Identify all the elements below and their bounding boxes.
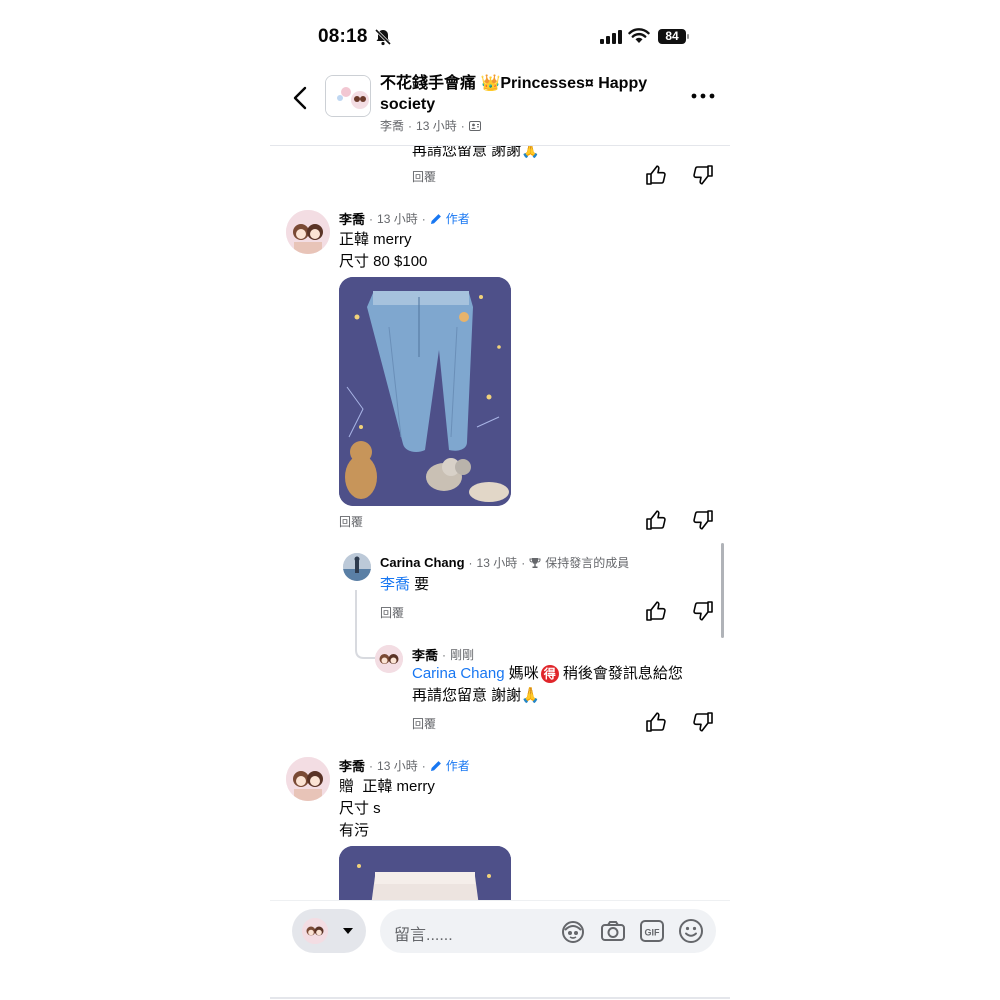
comment-text: 再請您留意 謝謝🙏 — [412, 142, 540, 159]
battery-nub — [687, 34, 689, 39]
avatar[interactable] — [302, 918, 328, 944]
separator: · — [468, 555, 473, 570]
reply-header: 李喬 · 剛剛 — [412, 645, 474, 664]
avatar[interactable] — [286, 210, 330, 254]
bell-slash-icon — [374, 28, 392, 46]
caret-down-icon[interactable] — [342, 927, 354, 935]
emoji-de: 得 — [540, 665, 559, 683]
reply-header: Carina Chang · 13 小時 · 保持發言的成員 — [380, 554, 629, 571]
member-badge: 保持發言的成員 — [545, 556, 630, 570]
gif-icon[interactable]: GIF — [639, 918, 665, 944]
comment-time[interactable]: 13 小時 — [477, 554, 518, 571]
reply-button[interactable]: 回覆 — [412, 715, 436, 732]
dislike-icon[interactable] — [692, 164, 714, 186]
group-icon — [468, 120, 481, 131]
post-meta: 李喬 · 13 小時 · — [380, 117, 481, 134]
bottom-divider — [270, 997, 730, 999]
comment-time[interactable]: 13 小時 — [377, 210, 418, 227]
pencil-icon — [430, 760, 441, 771]
post-author[interactable]: 李喬 — [380, 117, 404, 134]
comment-placeholder[interactable]: 留言...... — [394, 921, 453, 945]
separator: · — [369, 211, 374, 226]
like-icon[interactable] — [645, 600, 667, 622]
group-avatar[interactable] — [325, 75, 371, 117]
comment-header: 李喬 · 13 小時 · 作者 — [339, 209, 470, 228]
scrollbar[interactable] — [721, 543, 724, 638]
svg-text:GIF: GIF — [645, 928, 661, 938]
comment-time[interactable]: 剛剛 — [450, 646, 474, 663]
like-icon[interactable] — [645, 164, 667, 186]
group-title[interactable]: 不花錢手會痛 👑Princesses¤ Happy society — [380, 73, 670, 115]
separator: · — [421, 758, 426, 773]
battery-indicator: 84 — [658, 29, 686, 44]
reply-text-line2: 再請您留意 謝謝🙏 — [412, 687, 540, 704]
reply-button[interactable]: 回覆 — [380, 604, 404, 621]
comment-text: 尺寸 s — [339, 800, 381, 817]
separator: · — [442, 647, 447, 662]
reply-body: 要 — [410, 576, 430, 593]
signal-icon — [600, 30, 622, 44]
commenter-name[interactable]: 李喬 — [339, 209, 365, 228]
separator: · — [369, 758, 374, 773]
reply-body: 稍後會發訊息給您 — [558, 665, 683, 682]
separator: · — [421, 211, 426, 226]
phone-screen: 08:18 84 不花錢手會痛 👑Princesses¤ Happy socie… — [270, 0, 730, 1000]
comment-header: 李喬 · 13 小時 · 作者 — [339, 756, 470, 775]
wifi-icon — [628, 28, 650, 43]
reply-button[interactable]: 回覆 — [339, 513, 363, 530]
reply-text: Carina Chang 媽咪得 稍後會發訊息給您 — [412, 663, 683, 685]
comment-text: 有污 — [339, 822, 370, 839]
author-badge: 作者 — [445, 212, 470, 226]
status-time: 08:18 — [318, 26, 368, 47]
separator: · — [408, 118, 413, 133]
commenter-name[interactable]: Carina Chang — [380, 555, 465, 570]
dislike-icon[interactable] — [692, 711, 714, 733]
avatar[interactable] — [375, 645, 403, 673]
mention-link[interactable]: Carina Chang — [412, 665, 505, 682]
mention-link[interactable]: 李喬 — [380, 576, 410, 593]
more-icon[interactable] — [690, 86, 716, 106]
commenter-name[interactable]: 李喬 — [412, 645, 438, 664]
camera-icon[interactable] — [600, 918, 626, 944]
like-icon[interactable] — [645, 509, 667, 531]
commenter-name[interactable]: 李喬 — [339, 756, 365, 775]
avatar-sticker-icon[interactable] — [560, 918, 586, 944]
comment-photo-jeans[interactable] — [339, 277, 511, 506]
comment-text: 尺寸 80 $100 — [339, 253, 428, 270]
like-icon[interactable] — [645, 711, 667, 733]
avatar[interactable] — [286, 757, 330, 801]
dislike-icon[interactable] — [692, 509, 714, 531]
thread-connector — [355, 590, 376, 659]
reply-button[interactable]: 回覆 — [412, 168, 436, 185]
reply-body: 媽咪 — [504, 665, 539, 682]
avatar[interactable] — [343, 553, 371, 581]
emoji-icon[interactable] — [678, 918, 704, 944]
comment-text: 正韓 merry — [339, 231, 412, 248]
header-divider — [270, 145, 730, 146]
comment-time[interactable]: 13 小時 — [377, 757, 418, 774]
comment-text: 贈 正韓 merry — [339, 778, 435, 795]
pencil-icon — [430, 213, 441, 224]
comment-photo-pants[interactable] — [339, 846, 511, 906]
dislike-icon[interactable] — [692, 600, 714, 622]
separator: · — [521, 555, 526, 570]
author-badge: 作者 — [445, 759, 470, 773]
separator: · — [460, 118, 465, 133]
trophy-icon — [529, 557, 541, 568]
post-time[interactable]: 13 小時 — [416, 117, 457, 134]
reply-text: 李喬 要 — [380, 574, 429, 596]
back-icon[interactable] — [288, 84, 314, 112]
